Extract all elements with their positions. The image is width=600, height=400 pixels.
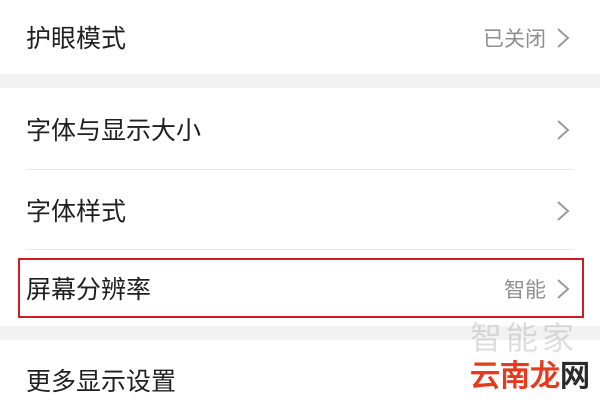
- setting-row-font-display-size[interactable]: 字体与显示大小: [0, 88, 600, 170]
- watermark-brand-dark: 网: [560, 359, 590, 394]
- setting-row-eye-mode[interactable]: 护眼模式 已关闭: [0, 0, 600, 74]
- font-style-label: 字体样式: [26, 197, 127, 226]
- chevron-right-icon: [557, 201, 570, 221]
- watermark-brand-colored: 云南龙: [470, 359, 560, 394]
- watermark-brand: 云南龙网: [470, 362, 590, 392]
- chevron-right-icon: [557, 120, 570, 140]
- eye-mode-value: 已关闭: [483, 27, 546, 51]
- font-display-size-label: 字体与显示大小: [26, 116, 202, 145]
- chevron-right-icon: [557, 28, 570, 48]
- more-display-label: 更多显示设置: [26, 367, 177, 396]
- setting-row-font-style[interactable]: 字体样式: [0, 170, 600, 250]
- watermark-faint: 智能家: [470, 319, 579, 357]
- highlight-box: [18, 258, 584, 318]
- section-gap: [0, 74, 600, 88]
- eye-mode-label: 护眼模式: [26, 24, 127, 53]
